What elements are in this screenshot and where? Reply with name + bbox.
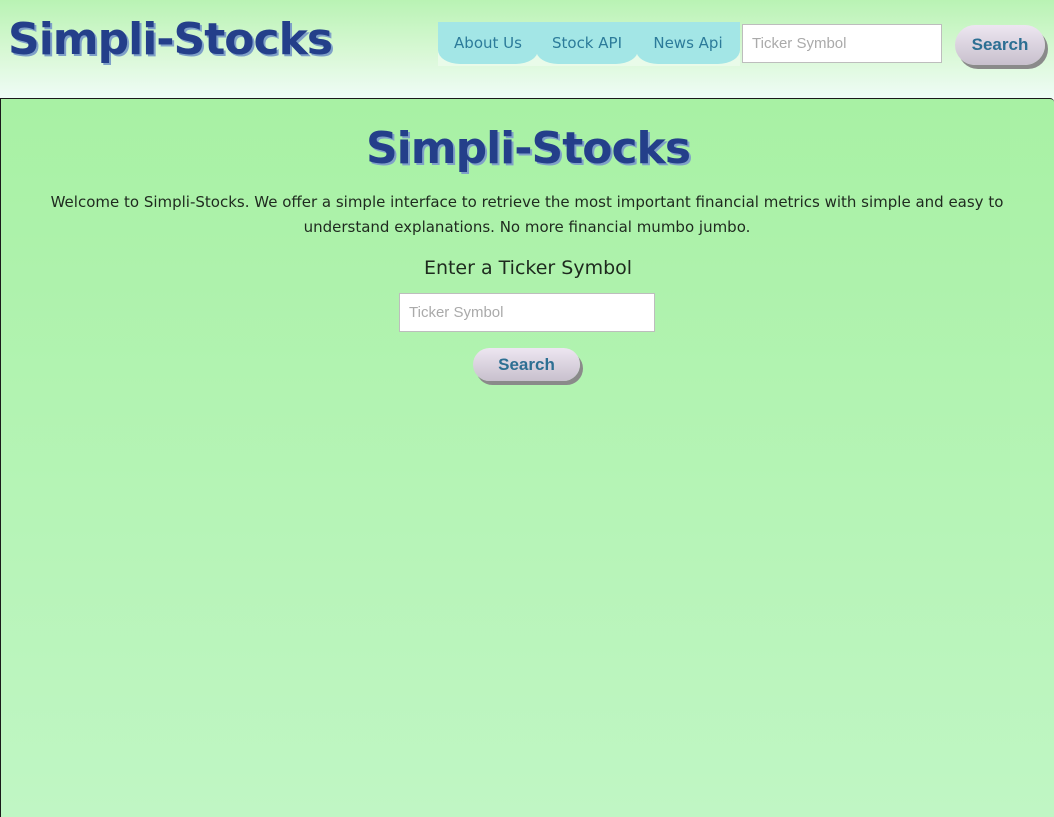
main-content: Simpli-Stocks Welcome to Simpli-Stocks. …: [0, 98, 1054, 817]
page-title: Simpli-Stocks: [365, 123, 691, 174]
header-ticker-input[interactable]: [742, 24, 942, 63]
nav-link-stock-api[interactable]: Stock API: [536, 22, 638, 64]
nav-bar: About Us Stock API News Api: [438, 22, 740, 66]
ticker-prompt: Enter a Ticker Symbol: [423, 257, 633, 279]
nav-link-news-api[interactable]: News Api: [636, 22, 740, 64]
site-header: Simpli-Stocks About Us Stock API News Ap…: [0, 0, 1054, 98]
site-logo[interactable]: Simpli-Stocks: [8, 12, 333, 68]
ticker-input[interactable]: [399, 293, 655, 332]
search-button[interactable]: Search: [473, 348, 580, 381]
header-search-button[interactable]: Search: [955, 25, 1045, 65]
nav-link-about-us[interactable]: About Us: [438, 22, 538, 64]
intro-text: Welcome to Simpli-Stocks. We offer a sim…: [50, 193, 1004, 236]
